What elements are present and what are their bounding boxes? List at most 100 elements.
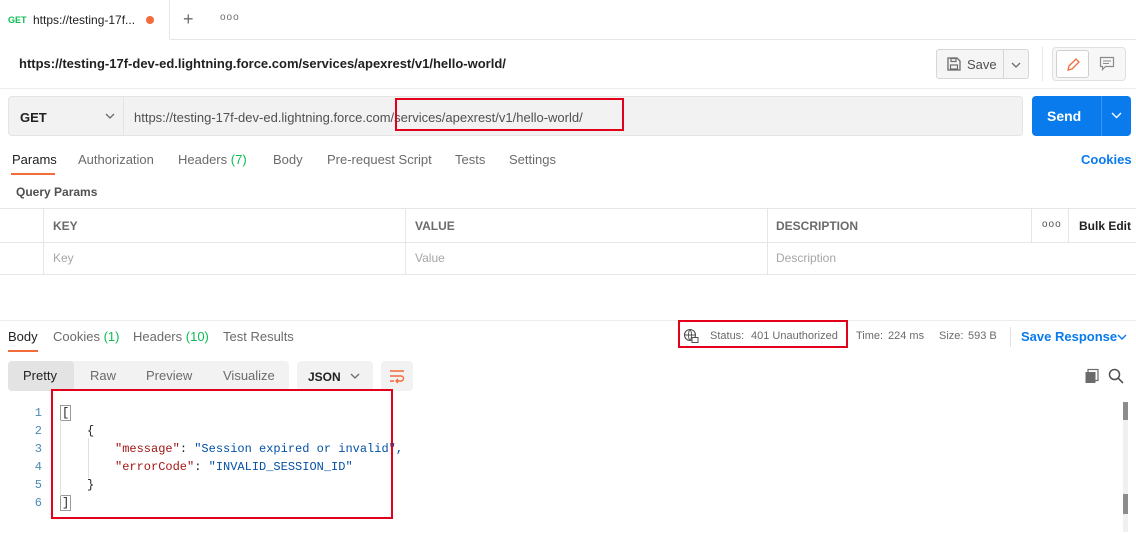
tab-tests[interactable]: Tests: [455, 152, 485, 167]
send-dropdown-button[interactable]: [1101, 96, 1131, 136]
tab-count: (1): [103, 329, 120, 344]
method-label: GET: [20, 110, 47, 125]
wrap-lines-button[interactable]: [381, 361, 413, 391]
tab-label: Authorization: [78, 152, 154, 167]
table-row-divider: [0, 242, 1136, 243]
tab-title: https://testing-17f...: [33, 13, 136, 27]
divider: [1010, 327, 1011, 347]
column-header-key: KEY: [53, 219, 78, 233]
tab-method: GET: [8, 15, 27, 25]
value-input[interactable]: Value: [415, 251, 445, 265]
scrollbar-marker: [1123, 494, 1128, 514]
tab-label: Params: [12, 152, 57, 167]
response-tab-body[interactable]: Body: [8, 329, 38, 344]
response-tab-headers[interactable]: Headers (10): [133, 329, 209, 344]
line-number: 5: [34, 478, 42, 492]
response-tab-cookies[interactable]: Cookies (1): [53, 329, 119, 344]
save-label: Save: [967, 57, 997, 72]
tab-label: Settings: [509, 152, 556, 167]
query-params-title: Query Params: [16, 185, 98, 199]
column-divider: [767, 209, 768, 275]
column-header-description: DESCRIPTION: [776, 219, 859, 233]
tab-settings[interactable]: Settings: [509, 152, 556, 167]
tab-headers[interactable]: Headers (7): [178, 152, 247, 167]
line-number: 2: [34, 424, 42, 438]
tab-count: (10): [185, 329, 209, 344]
more-options-icon[interactable]: ooo: [220, 12, 240, 23]
chevron-down-icon: [350, 373, 360, 379]
line-number: 3: [34, 442, 42, 456]
column-divider: [1031, 209, 1032, 242]
column-header-value: VALUE: [415, 219, 455, 233]
query-params-table: KEY VALUE DESCRIPTION ooo Bulk Edit Key …: [0, 208, 1136, 275]
tab-label: Test Results: [223, 329, 294, 344]
method-select[interactable]: GET: [8, 96, 124, 136]
copy-icon[interactable]: [1084, 368, 1100, 384]
line-number: 4: [34, 460, 42, 474]
view-pretty[interactable]: Pretty: [8, 361, 74, 391]
chevron-down-icon: [1111, 112, 1122, 119]
size-label: Size:: [939, 330, 964, 342]
tab-bar: GET https://testing-17f... + ooo: [0, 0, 1136, 40]
save-response-button[interactable]: Save Response: [1021, 329, 1117, 344]
cookies-link[interactable]: Cookies: [1081, 152, 1132, 167]
time-value[interactable]: 224 ms: [888, 330, 924, 342]
save-button[interactable]: Save: [936, 49, 1004, 79]
header-divider: [1042, 47, 1043, 81]
line-number: 6: [34, 496, 42, 510]
wrap-lines-icon: [390, 370, 405, 384]
response-divider: [0, 320, 1136, 321]
key-input[interactable]: Key: [53, 251, 74, 265]
status-highlight: [678, 320, 848, 348]
time-label: Time:: [856, 330, 884, 342]
view-preview[interactable]: Preview: [146, 368, 192, 383]
view-raw[interactable]: Raw: [90, 368, 116, 383]
column-divider: [405, 209, 406, 275]
tab-body[interactable]: Body: [273, 152, 303, 167]
active-response-tab-indicator: [8, 350, 38, 352]
comment-icon: [1099, 56, 1115, 71]
request-name: https://testing-17f-dev-ed.lightning.for…: [19, 56, 506, 71]
tab-authorization[interactable]: Authorization: [78, 152, 154, 167]
tab-label: Headers: [178, 152, 228, 167]
size-value[interactable]: 593 B: [968, 330, 997, 342]
send-button[interactable]: Send: [1032, 96, 1101, 136]
tab-pre-request-script[interactable]: Pre-request Script: [327, 152, 432, 167]
chevron-down-icon: [105, 113, 115, 119]
response-tab-test-results[interactable]: Test Results: [223, 329, 294, 344]
editor-scrollbar[interactable]: [1123, 402, 1128, 532]
save-dropdown-button[interactable]: [1004, 49, 1029, 79]
tab-label: Tests: [455, 152, 486, 167]
view-pretty-label: Pretty: [23, 368, 57, 383]
column-divider: [1068, 209, 1069, 242]
new-tab-plus-icon[interactable]: +: [183, 9, 194, 30]
pencil-icon: [1067, 58, 1080, 71]
tab-label: Headers: [133, 329, 183, 344]
line-number: 1: [34, 406, 42, 420]
divider: [0, 88, 1136, 89]
tab-label: Cookies: [53, 329, 100, 344]
view-visualize[interactable]: Visualize: [223, 368, 275, 383]
save-icon: [947, 57, 961, 71]
response-body-highlight: [51, 389, 393, 519]
search-icon[interactable]: [1108, 368, 1124, 384]
scrollbar-thumb[interactable]: [1123, 402, 1128, 420]
chevron-down-icon[interactable]: [1117, 334, 1127, 340]
bulk-edit-button[interactable]: Bulk Edit: [1079, 219, 1131, 233]
unsaved-dot-icon: [146, 16, 154, 24]
request-tab[interactable]: GET https://testing-17f...: [0, 0, 170, 40]
tab-label: Body: [273, 152, 303, 167]
tab-label: Pre-request Script: [327, 152, 432, 167]
description-input[interactable]: Description: [776, 251, 836, 265]
send-label: Send: [1047, 108, 1082, 124]
url-path-highlight: [395, 98, 624, 131]
format-label: JSON: [308, 370, 341, 384]
tab-label: Body: [8, 329, 38, 344]
active-tab-indicator: [11, 173, 55, 175]
tab-params[interactable]: Params: [12, 152, 57, 167]
table-more-icon[interactable]: ooo: [1042, 219, 1062, 230]
edit-button[interactable]: [1056, 50, 1089, 78]
comments-button[interactable]: [1093, 50, 1123, 78]
format-select[interactable]: JSON: [297, 361, 373, 391]
column-divider: [43, 209, 44, 275]
